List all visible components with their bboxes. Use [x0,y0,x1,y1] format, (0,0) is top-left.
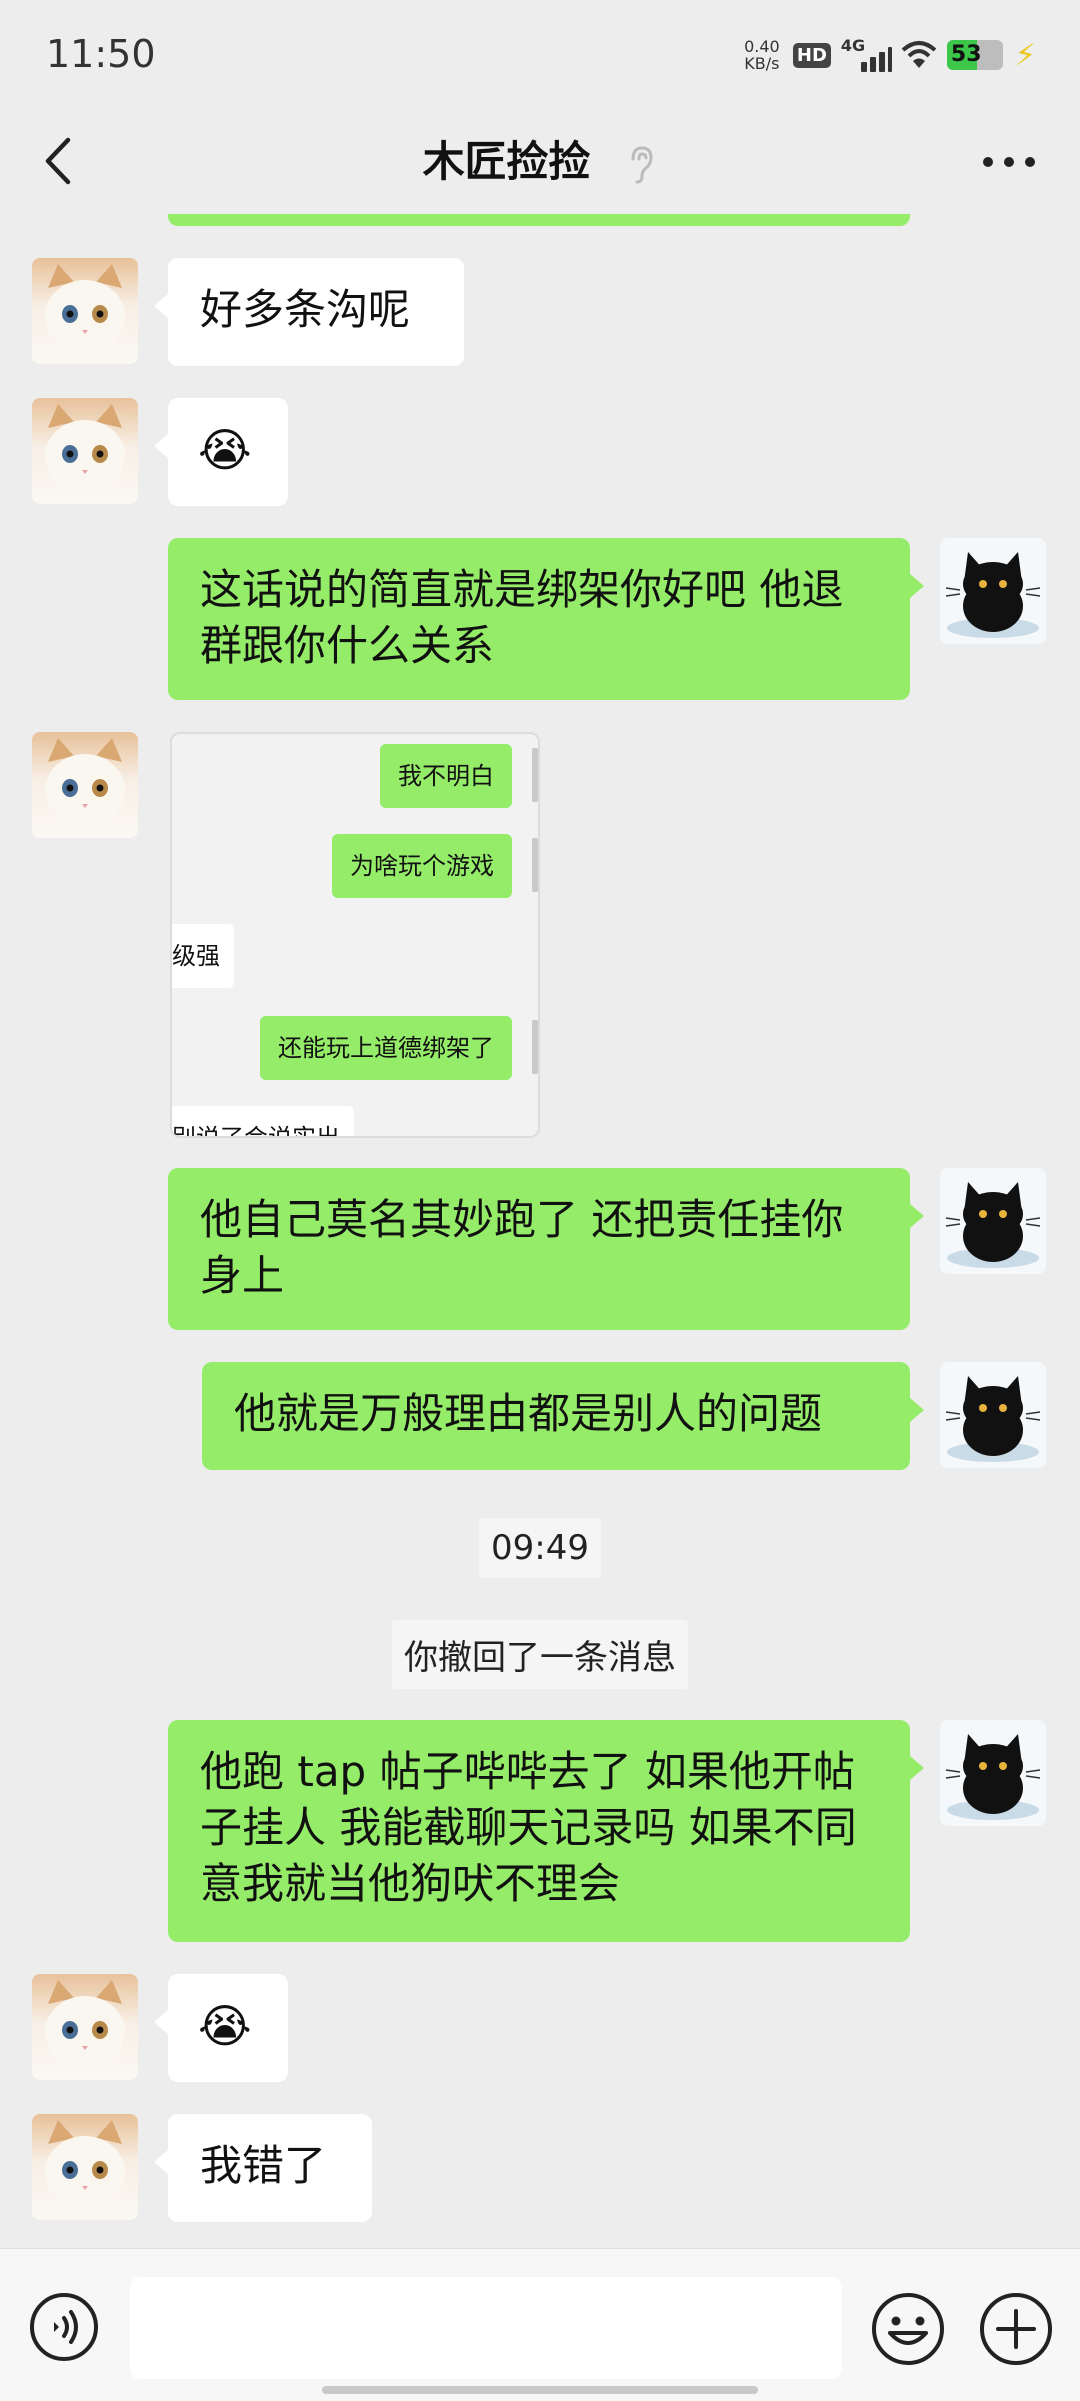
plus-icon[interactable] [978,2291,1054,2367]
status-time: 11:50 [46,32,156,76]
network-type: 4G [840,36,866,55]
incoming-emoji-message[interactable]: 😭 [154,398,288,506]
more-icon[interactable] [974,140,1044,184]
previous-bubble-edge [168,214,910,226]
chat-title[interactable]: 木匠捡捡 [0,128,1080,189]
contact-avatar[interactable] [32,398,138,504]
my-avatar[interactable] [940,1720,1046,1826]
screenshot-bubble: 还能玩上道德绑架了 [260,1016,512,1080]
wifi-icon [901,41,937,68]
my-avatar[interactable] [940,538,1046,644]
emoji-icon[interactable] [870,2291,946,2367]
battery-level: 53 [950,42,982,67]
contact-avatar[interactable] [32,732,138,838]
black-cat-icon [945,1734,1041,1820]
contact-avatar[interactable] [32,1974,138,2080]
incoming-emoji-message[interactable]: 😭 [154,1974,288,2082]
incoming-message[interactable]: 我错了 [154,2114,372,2222]
black-cat-icon [945,1182,1041,1268]
white-cat-icon [45,264,125,352]
recall-notice: 你撤回了一条消息 [0,1620,1080,1689]
status-icons: 0.40 KB/s HD 4G 53 ⚡ [741,30,1036,80]
contact-avatar[interactable] [32,258,138,364]
timestamp-text: 09:49 [479,1518,601,1578]
white-cat-icon [45,1980,125,2068]
net-speed-value: 0.40 [744,37,780,56]
screenshot-bubble: 为啥玩个游戏 [332,834,512,898]
outgoing-message[interactable]: 他就是万般理由都是别人的问题 [202,1362,924,1470]
white-cat-icon [45,404,125,492]
message-input[interactable] [130,2277,842,2379]
contact-avatar[interactable] [32,2114,138,2220]
net-speed: 0.40 KB/s [741,38,783,72]
mute-ear-icon [631,145,653,183]
signal-icon: 4G [840,36,892,72]
incoming-message[interactable]: 好多条沟呢 [154,258,464,366]
screenshot-bubble: 我不明白 [380,744,512,808]
my-avatar[interactable] [940,1168,1046,1274]
image-message[interactable]: 我不明白 为啥玩个游戏 级强 还能玩上道德绑架了 别说了会说实出 [170,732,540,1138]
hd-badge: HD [792,42,831,68]
battery-icon: 53 [946,40,1003,70]
recall-notice-text: 你撤回了一条消息 [392,1620,688,1689]
outgoing-message[interactable]: 他自己莫名其妙跑了 还把责任挂你身上 [168,1168,924,1330]
input-bar [0,2248,1080,2401]
home-indicator[interactable] [322,2386,758,2394]
message-list[interactable]: 好多条沟呢 😭 这话说的简直就是绑架你好吧 他退群跟你什么关系 我不明白 为啥玩… [0,214,1080,2248]
chat-title-text: 木匠捡捡 [422,137,591,186]
voice-icon[interactable] [28,2291,100,2363]
black-cat-icon [945,552,1041,638]
white-cat-icon [45,2120,125,2208]
outgoing-message[interactable]: 这话说的简直就是绑架你好吧 他退群跟你什么关系 [168,538,924,700]
my-avatar[interactable] [940,1362,1046,1468]
charging-icon: ⚡ [1014,37,1036,73]
screenshot-bubble: 级强 [172,924,234,988]
net-speed-unit: KB/s [744,54,780,73]
black-cat-icon [945,1376,1041,1462]
white-cat-icon [45,738,125,826]
chat-header: 木匠捡捡 [0,110,1080,214]
screenshot-bubble: 别说了会说实出 [172,1106,354,1136]
timestamp: 09:49 [0,1518,1080,1578]
status-bar: 11:50 0.40 KB/s HD 4G 53 ⚡ [0,0,1080,110]
outgoing-message[interactable]: 他跑 tap 帖子哔哔去了 如果他开帖子挂人 我能截聊天记录吗 如果不同意我就当… [168,1720,924,1942]
